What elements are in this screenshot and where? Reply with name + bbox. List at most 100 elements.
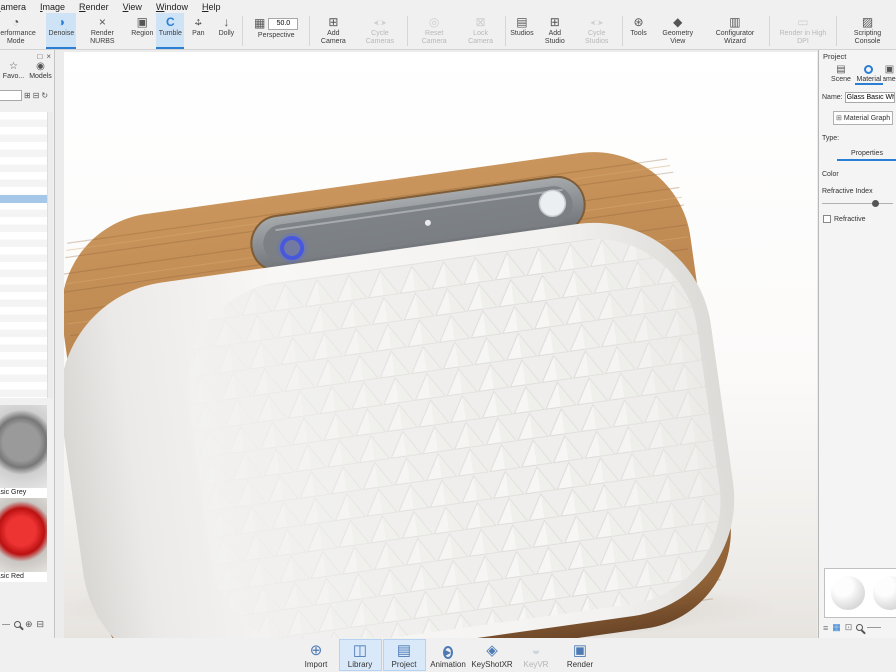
viewport-3d-scene — [64, 52, 817, 638]
material-ring-icon — [864, 63, 873, 76]
toolbar-separator — [505, 16, 506, 46]
library-tab-favorites[interactable]: ☆ Favo... — [0, 61, 27, 80]
properties-tab[interactable]: Properties — [837, 150, 896, 161]
material-thumb-red[interactable] — [0, 498, 47, 572]
perspective-button[interactable]: ▦ Perspective — [245, 13, 307, 49]
library-tab-models[interactable]: ◉ Models — [27, 61, 54, 80]
dolly-button[interactable]: ↓ Dolly — [212, 13, 240, 49]
toolbar-separator — [622, 16, 623, 46]
tools-button[interactable]: ⊛ Tools — [625, 13, 653, 49]
library-folder-tree[interactable] — [0, 112, 47, 398]
selected-tree-row[interactable] — [0, 195, 47, 203]
keyshotxr-button[interactable]: ◈ KeyShotXR — [471, 639, 514, 671]
material-graph-button[interactable]: ⊞ Material Graph — [833, 111, 893, 125]
slider-knob[interactable] — [872, 200, 879, 207]
dolly-arrow-icon: ↓ — [223, 15, 229, 30]
pan-button[interactable]: ↔↕ Pan — [184, 13, 212, 49]
material-type-label: Type: — [822, 135, 896, 142]
node-graph-icon: ⊞ — [836, 114, 842, 122]
library-search-input[interactable] — [0, 90, 22, 101]
add-studio-button[interactable]: ⊞ Add Studio — [536, 13, 574, 49]
cycle-studios-icon: ◂□▸ — [590, 15, 603, 30]
toolbar-separator — [309, 16, 310, 46]
menu-image[interactable]: Image — [33, 2, 72, 12]
close-panel-icon[interactable]: × — [46, 52, 51, 61]
tumble-rotate-icon: C — [166, 15, 175, 30]
refresh-icon[interactable]: ↻ — [41, 91, 48, 100]
render-nurbs-button[interactable]: × Render NURBS — [76, 13, 128, 49]
refractive-checkbox[interactable]: Refractive — [823, 215, 896, 223]
toolbar-separator — [836, 16, 837, 46]
add-camera-button[interactable]: ⊞ Add Camera — [312, 13, 355, 49]
material-preview-sphere[interactable] — [873, 576, 896, 610]
import-icon: ⊕ — [310, 642, 323, 660]
thumb-size-slider[interactable] — [2, 624, 10, 625]
performance-mode-button[interactable]: ◔ Performance Mode — [0, 13, 46, 49]
menu-help[interactable]: Help — [195, 2, 228, 12]
detail-view-icon[interactable]: ⊡ — [845, 622, 853, 633]
library-toggle-button[interactable]: ◫ Library — [339, 639, 382, 671]
list-view-icon[interactable]: ≡ — [823, 623, 828, 633]
animation-button[interactable]: ▶ Animation — [427, 639, 470, 671]
preview-zoom-icon[interactable] — [856, 624, 863, 631]
material-preview-strip[interactable] — [824, 568, 896, 618]
open-folder-icon[interactable]: ⊟ — [37, 619, 45, 630]
export-folder-icon[interactable]: ⊟ — [33, 91, 40, 100]
import-button[interactable]: ⊕ Import — [295, 639, 338, 671]
wizard-window-icon: ▥ — [729, 15, 740, 30]
denoise-button[interactable]: ◑ Denoise — [46, 13, 76, 49]
project-panel: Project ▤ Scene Material ▣ Camera Name: … — [818, 50, 896, 638]
import-folder-icon[interactable]: ⊞ — [24, 91, 31, 100]
nurbs-cross-icon: × — [99, 15, 106, 30]
color-label: Color — [822, 171, 896, 178]
realtime-viewport[interactable] — [64, 52, 817, 638]
project-toggle-button[interactable]: ▤ Project — [383, 639, 426, 671]
menu-render[interactable]: Render — [72, 2, 116, 12]
refractive-index-slider[interactable] — [822, 200, 893, 207]
cycle-cameras-icon: ◂□▸ — [374, 15, 387, 30]
material-thumb-label: Basic Grey — [0, 488, 47, 498]
tumble-button[interactable]: C Tumble — [156, 13, 184, 49]
region-button[interactable]: ▣ Region — [128, 13, 156, 49]
menu-view[interactable]: View — [116, 2, 149, 12]
material-name-input[interactable] — [845, 92, 895, 103]
denoise-icon: ◑ — [58, 15, 65, 30]
xr-cube-icon: ◈ — [486, 642, 498, 660]
gauge-icon: ◔ — [12, 15, 19, 30]
float-panel-icon[interactable]: □ — [37, 52, 42, 61]
cycle-studios-button: ◂□▸ Cycle Studios — [574, 13, 620, 49]
menu-window[interactable]: Window — [149, 2, 195, 12]
material-name-label: Name: — [822, 94, 843, 101]
bottom-ribbon: ⊕ Import ◫ Library ▤ Project ▶ Animation… — [0, 638, 896, 672]
lock-icon: ⊠ — [476, 15, 486, 30]
checkbox-box[interactable] — [823, 215, 831, 223]
project-tab-scene[interactable]: ▤ Scene — [827, 63, 855, 85]
refractive-index-label: Refractive Index — [822, 188, 896, 195]
scripting-console-button[interactable]: ▨ Scripting Console — [839, 13, 896, 49]
document-lines-icon: ▤ — [397, 642, 411, 660]
perspective-value-input[interactable] — [268, 18, 298, 30]
geometry-cube-icon: ◆ — [673, 15, 682, 30]
cycle-cameras-button: ◂□▸ Cycle Cameras — [355, 13, 406, 49]
toolbar-separator — [407, 16, 408, 46]
project-tab-material[interactable]: Material — [855, 63, 883, 85]
download-material-icon[interactable]: ⊕ — [25, 619, 33, 630]
render-button[interactable]: ▣ Render — [559, 639, 602, 671]
grid-view-icon[interactable]: ▦ — [832, 622, 841, 633]
menu-camera[interactable]: Camera — [0, 2, 33, 12]
configurator-wizard-button[interactable]: ▥ Configurator Wizard — [703, 13, 767, 49]
region-frame-icon: ▣ — [137, 15, 148, 30]
preview-zoom-slider[interactable] — [867, 627, 881, 628]
material-thumb-grey[interactable] — [0, 405, 47, 488]
render-high-dpi-button: ▭ Render in High DPI — [772, 13, 834, 49]
magnifier-icon[interactable] — [14, 621, 21, 628]
project-tab-camera[interactable]: ▣ Camera — [883, 63, 896, 85]
tree-scrollbar[interactable] — [47, 112, 53, 398]
toolbar-separator — [769, 16, 770, 46]
material-preview-sphere[interactable] — [831, 576, 865, 610]
material-thumb-label: Basic Red — [0, 572, 47, 582]
studios-button[interactable]: ▤ Studios — [508, 13, 536, 49]
menu-bar: Camera Image Render View Window Help — [0, 0, 896, 13]
geometry-view-button[interactable]: ◆ Geometry View — [653, 13, 703, 49]
star-icon: ☆ — [9, 61, 18, 73]
